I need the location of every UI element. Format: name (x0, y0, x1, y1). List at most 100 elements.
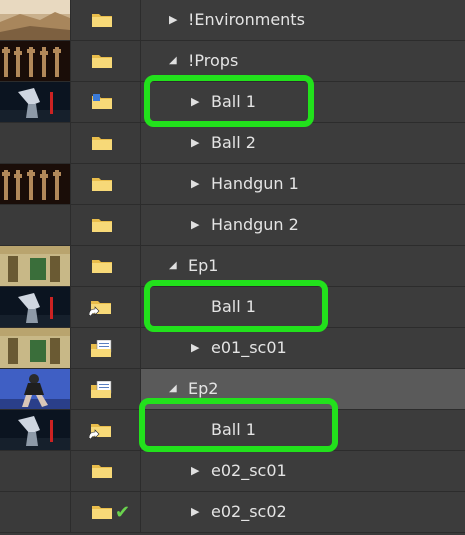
type-cell (71, 82, 141, 122)
tree-row-ep1[interactable]: ◢ Ep1 (0, 246, 465, 287)
tree-row-ball-1-ep1[interactable]: Ball 1 (0, 287, 465, 328)
tree-row-environments[interactable]: ▶ !Environments (0, 0, 465, 41)
expand-arrow-icon[interactable]: ▶ (191, 123, 199, 163)
name-cell[interactable]: ◢ !Props (141, 41, 465, 81)
thumbnail-cell (0, 451, 71, 491)
thumbnail-cell (0, 287, 71, 327)
tree-row-e01-sc01[interactable]: ▶ e01_sc01 (0, 328, 465, 369)
expand-arrow-icon[interactable]: ▶ (191, 451, 199, 491)
character-thumbnail (0, 369, 70, 409)
ball-thumbnail (0, 82, 70, 122)
row-label: e01_sc01 (211, 338, 287, 357)
name-cell[interactable]: ▶ Ball 1 (141, 82, 465, 122)
asset-tree: ▶ !Environments ◢ !Props ▶ Ball 1 ▶ Ball… (0, 0, 465, 535)
row-label: Handgun 1 (211, 174, 299, 193)
thumbnail-cell (0, 123, 71, 163)
collapse-arrow-icon[interactable]: ◢ (169, 369, 177, 409)
environment-thumbnail (0, 0, 70, 40)
expand-arrow-icon[interactable]: ▶ (191, 328, 199, 368)
tree-row-e02-sc02[interactable]: ✔ ▶ e02_sc02 (0, 492, 465, 533)
thumbnail-cell (0, 164, 71, 204)
row-label: Ball 2 (211, 133, 256, 152)
tree-row-ball-1[interactable]: ▶ Ball 1 (0, 82, 465, 123)
folder-icon (92, 137, 112, 150)
name-cell[interactable]: ▶ Handgun 2 (141, 205, 465, 245)
row-label: !Props (188, 51, 239, 70)
episode-thumbnail (0, 328, 70, 368)
ball-thumbnail (0, 410, 70, 450)
type-cell (71, 0, 141, 40)
type-cell (71, 123, 141, 163)
name-cell[interactable]: ▶ !Environments (141, 0, 465, 40)
document-folder-icon (91, 381, 112, 398)
type-cell (71, 369, 141, 409)
name-cell[interactable]: ▶ Handgun 1 (141, 164, 465, 204)
row-label: Ball 1 (211, 297, 256, 316)
type-cell: ✔ (71, 492, 141, 532)
row-label: Ep2 (188, 379, 219, 398)
row-label: e02_sc01 (211, 461, 287, 480)
row-label: !Environments (188, 10, 305, 29)
expand-arrow-icon[interactable]: ▶ (191, 164, 199, 204)
folder-icon (92, 506, 112, 519)
linked-folder-icon (89, 301, 111, 316)
linked-folder-icon (89, 424, 111, 439)
ball-thumbnail (0, 287, 70, 327)
tree-row-ball-1-ep2[interactable]: Ball 1 (0, 410, 465, 451)
type-cell (71, 328, 141, 368)
row-label: Ball 1 (211, 92, 256, 111)
collapse-arrow-icon[interactable]: ◢ (169, 41, 177, 81)
type-cell (71, 287, 141, 327)
name-cell[interactable]: Ball 1 (141, 410, 465, 450)
asset-folder-icon (92, 94, 112, 109)
folder-icon (92, 219, 112, 232)
tree-row-e02-sc01[interactable]: ▶ e02_sc01 (0, 451, 465, 492)
thumbnail-cell (0, 410, 71, 450)
tree-row-handgun-1[interactable]: ▶ Handgun 1 (0, 164, 465, 205)
thumbnail-cell (0, 0, 71, 40)
tree-row-ep2[interactable]: ◢ Ep2 (0, 369, 465, 410)
document-folder-icon (91, 340, 112, 357)
name-cell[interactable]: ◢ Ep1 (141, 246, 465, 286)
thumbnail-cell (0, 41, 71, 81)
episode-thumbnail (0, 246, 70, 286)
tree-row-handgun-2[interactable]: ▶ Handgun 2 (0, 205, 465, 246)
tree-row-ball-2[interactable]: ▶ Ball 2 (0, 123, 465, 164)
name-cell[interactable]: ▶ e02_sc01 (141, 451, 465, 491)
check-icon: ✔ (115, 502, 131, 523)
name-cell[interactable]: ▶ Ball 2 (141, 123, 465, 163)
collapse-arrow-icon[interactable]: ◢ (169, 246, 177, 286)
name-cell[interactable]: Ball 1 (141, 287, 465, 327)
expand-arrow-icon[interactable]: ▶ (191, 205, 199, 245)
expand-arrow-icon[interactable]: ▶ (191, 82, 199, 122)
folder-icon (92, 178, 112, 191)
expand-arrow-icon[interactable]: ▶ (191, 492, 199, 532)
folder-icon (92, 465, 112, 478)
name-cell[interactable]: ▶ e01_sc01 (141, 328, 465, 368)
thumbnail-cell (0, 82, 71, 122)
folder-icon (92, 55, 112, 68)
row-label: Handgun 2 (211, 215, 299, 234)
name-cell[interactable]: ▶ e02_sc02 (141, 492, 465, 532)
row-label: Ball 1 (211, 420, 256, 439)
type-cell (71, 451, 141, 491)
thumbnail-cell (0, 246, 71, 286)
thumbnail-cell (0, 205, 71, 245)
row-label: Ep1 (188, 256, 219, 275)
thumbnail-cell (0, 369, 71, 409)
tree-row-props[interactable]: ◢ !Props (0, 41, 465, 82)
type-cell (71, 205, 141, 245)
thumbnail-cell (0, 492, 71, 532)
type-cell (71, 246, 141, 286)
type-cell (71, 164, 141, 204)
type-cell (71, 41, 141, 81)
handgun-thumbnail (0, 164, 70, 204)
name-cell[interactable]: ◢ Ep2 (141, 369, 465, 409)
folder-icon (92, 14, 112, 27)
props-thumbnail (0, 41, 70, 81)
expand-arrow-icon[interactable]: ▶ (169, 0, 177, 40)
row-label: e02_sc02 (211, 502, 287, 521)
thumbnail-cell (0, 328, 71, 368)
folder-icon (92, 260, 112, 273)
type-cell (71, 410, 141, 450)
